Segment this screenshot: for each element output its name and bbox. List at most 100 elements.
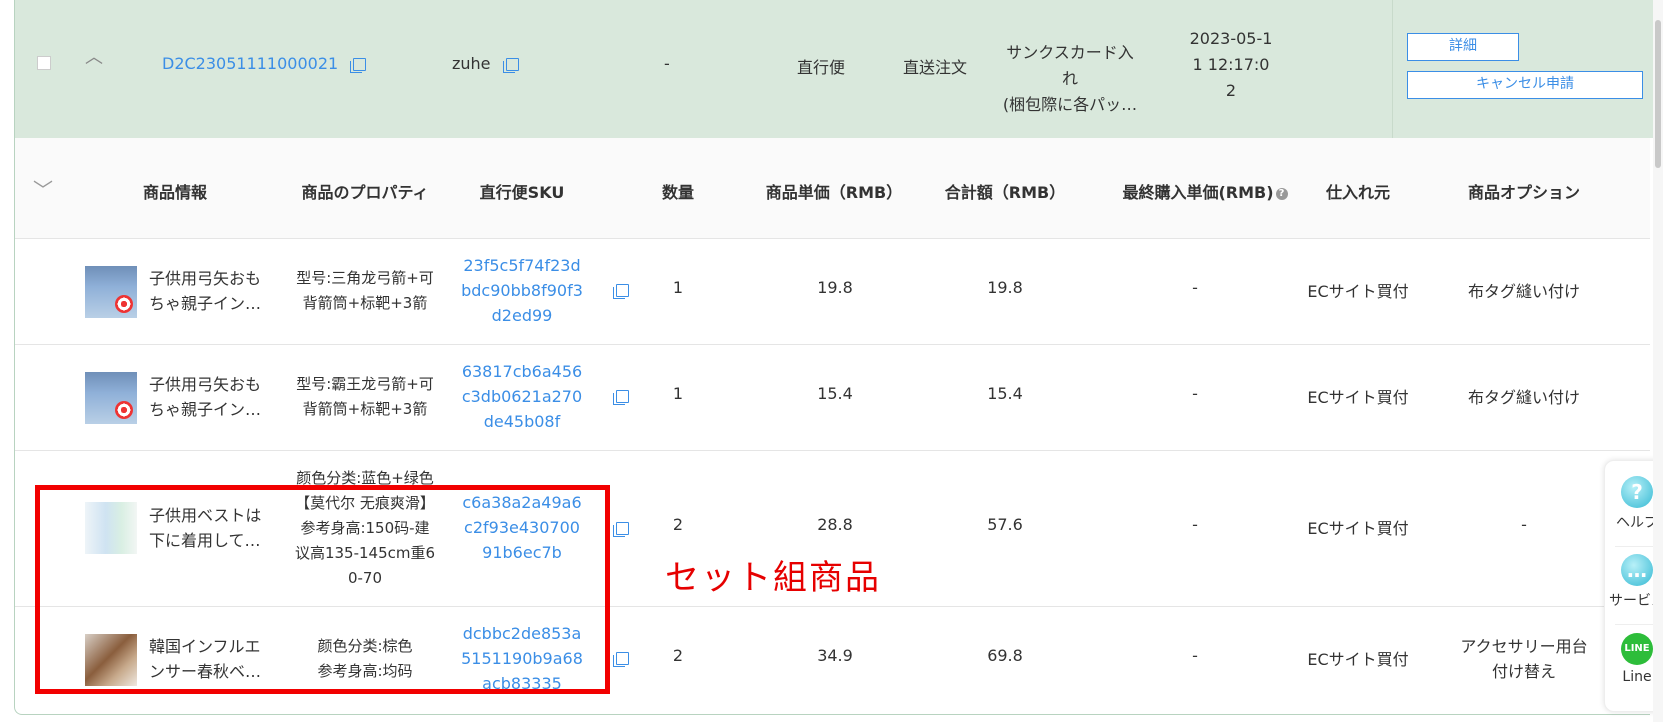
scrollbar-thumb[interactable] xyxy=(1655,20,1661,168)
table-row: 子供用弓矢おも ちゃ親子イン… 型号:霸王龙弓箭+可 背箭筒+标靶+3箭 638… xyxy=(15,344,1650,451)
product-name[interactable]: 子供用弓矢おも ちゃ親子イン… xyxy=(149,372,269,422)
set-product-highlight-box xyxy=(35,485,610,694)
sku-link[interactable]: 23f5c5f74f23d bdc90bb8f90f3 d2ed99 xyxy=(461,253,583,328)
unit-price: 15.4 xyxy=(817,384,853,403)
option-line: 布タグ縫い付け xyxy=(1467,282,1580,301)
supplier: ECサイト買付 xyxy=(1307,650,1409,669)
copy-icon[interactable] xyxy=(613,652,629,667)
option-line: 布タグ縫い付け xyxy=(1467,388,1580,407)
set-product-annotation-label: セット組商品 xyxy=(665,558,881,598)
header-quantity: 数量 xyxy=(661,183,694,202)
order-select-checkbox[interactable] xyxy=(37,56,51,70)
product-name-line: 子供用弓矢おも xyxy=(149,375,262,394)
shipping-method: 直行便 xyxy=(797,58,846,77)
table-row: 子供用弓矢おも ちゃ親子イン… 型号:三角龙弓箭+可 背箭筒+标靶+3箭 23f… xyxy=(15,238,1650,345)
order-page: ︿ D2C23051111000021 zuhe - 直行便 直送注文 サンクス… xyxy=(0,0,1663,722)
order-empty-field: - xyxy=(664,54,670,73)
header-product-info: 商品情報 xyxy=(142,183,207,202)
line-label: Line xyxy=(1622,669,1652,685)
total-amount: 57.6 xyxy=(987,515,1023,534)
copy-icon[interactable] xyxy=(613,522,629,537)
vertical-scrollbar[interactable] xyxy=(1653,0,1663,722)
chevron-down-icon[interactable]: ﹀ xyxy=(33,174,53,203)
question-icon[interactable]: ? xyxy=(1275,187,1288,200)
total-amount: 69.8 xyxy=(987,646,1023,665)
property-line: 背箭筒+标靶+3箭 xyxy=(302,400,428,418)
total-amount: 19.8 xyxy=(987,278,1023,297)
quantity: 2 xyxy=(672,515,684,534)
product-option: - xyxy=(1439,515,1609,534)
product-thumbnail[interactable] xyxy=(85,372,137,424)
option-line: 付け替え xyxy=(1491,662,1556,681)
supplier: ECサイト買付 xyxy=(1307,282,1409,301)
order-id[interactable]: D2C23051111000021 xyxy=(162,54,367,73)
detail-button[interactable]: 詳細 xyxy=(1407,33,1519,61)
order-type: 直送注文 xyxy=(903,58,968,77)
unit-price: 28.8 xyxy=(817,515,853,534)
sku-line: 63817cb6a456 xyxy=(461,362,583,381)
product-name-line: 子供用弓矢おも xyxy=(149,269,262,288)
last-purchase-price: - xyxy=(1192,278,1198,297)
copy-icon[interactable] xyxy=(613,390,629,405)
copy-icon[interactable] xyxy=(350,58,367,73)
sku-line: de45b08f xyxy=(483,412,561,431)
option-line: - xyxy=(1521,515,1527,534)
unit-price: 19.8 xyxy=(817,278,853,297)
sku-line: c3db0621a270 xyxy=(461,387,583,406)
property-line: 型号:三角龙弓箭+可 xyxy=(296,269,434,287)
sku-link[interactable]: 63817cb6a456 c3db0621a270 de45b08f xyxy=(461,359,583,434)
order-user: zuhe xyxy=(452,54,519,73)
header-unit-price: 商品単価（RMB） xyxy=(765,183,903,202)
quantity: 1 xyxy=(672,384,684,403)
order-date-line1: 2023-05-1 xyxy=(1189,29,1273,48)
header-options: 商品オプション xyxy=(1467,183,1580,202)
option-line: アクセサリー用台 xyxy=(1460,637,1588,656)
last-purchase-price: - xyxy=(1192,515,1198,534)
copy-icon[interactable] xyxy=(613,284,629,299)
order-user-text: zuhe xyxy=(452,54,491,73)
quantity: 2 xyxy=(672,646,684,665)
product-thumbnail[interactable] xyxy=(85,266,137,318)
last-purchase-price: - xyxy=(1192,384,1198,403)
header-total: 合計額（RMB） xyxy=(944,183,1066,202)
order-id-text[interactable]: D2C23051111000021 xyxy=(162,54,338,73)
thanks-card-option: サンクスカード入れ (梱包際に各パッ… xyxy=(1000,40,1140,118)
product-option: アクセサリー用台 付け替え xyxy=(1439,634,1609,684)
property-line: 背箭筒+标靶+3箭 xyxy=(302,294,428,312)
product-option: 布タグ縫い付け xyxy=(1439,278,1609,302)
header-last-price: 最終購入単価(RMB)? xyxy=(1115,179,1295,203)
supplier: ECサイト買付 xyxy=(1307,519,1409,538)
quantity: 1 xyxy=(672,278,684,297)
sku-line: bdc90bb8f90f3 xyxy=(461,281,583,300)
product-name-line: ちゃ親子イン… xyxy=(149,400,262,419)
header-sku: 直行便SKU xyxy=(479,183,565,202)
help-icon: ? xyxy=(1621,476,1653,508)
order-header-row: ︿ D2C23051111000021 zuhe - 直行便 直送注文 サンクス… xyxy=(14,0,1663,138)
last-purchase-price: - xyxy=(1192,646,1198,665)
product-properties: 型号:霸王龙弓箭+可 背箭筒+标靶+3箭 xyxy=(291,372,439,422)
thanks-card-line2: (梱包際に各パッ… xyxy=(1002,95,1138,114)
help-label: ヘルプ xyxy=(1616,515,1658,531)
sku-line: 23f5c5f74f23d xyxy=(463,256,581,275)
header-last-price-label: 最終購入単価(RMB) xyxy=(1122,183,1274,202)
thanks-card-line1: サンクスカード入れ xyxy=(1006,43,1134,88)
chat-icon: … xyxy=(1621,554,1653,586)
copy-icon[interactable] xyxy=(502,58,519,73)
header-supplier: 仕入れ元 xyxy=(1325,183,1390,202)
unit-price: 34.9 xyxy=(817,646,853,665)
order-date-line3: 2 xyxy=(1225,81,1237,100)
order-date: 2023-05-1 1 12:17:0 2 xyxy=(1175,26,1287,104)
order-actions-panel: 詳細 キャンセル申請 xyxy=(1392,0,1663,138)
total-amount: 15.4 xyxy=(987,384,1023,403)
header-properties: 商品のプロパティ xyxy=(301,183,429,202)
line-icon: LINE xyxy=(1621,633,1653,665)
supplier: ECサイト買付 xyxy=(1307,388,1409,407)
property-line: 型号:霸王龙弓箭+可 xyxy=(296,375,434,393)
cancel-request-button[interactable]: キャンセル申請 xyxy=(1407,71,1643,99)
order-date-line2: 1 12:17:0 xyxy=(1192,55,1270,74)
sku-line: d2ed99 xyxy=(491,306,553,325)
product-name[interactable]: 子供用弓矢おも ちゃ親子イン… xyxy=(149,266,269,316)
collapse-chevron-up-icon[interactable]: ︿ xyxy=(85,49,105,67)
table-header: ﹀ 商品情報 商品のプロパティ 直行便SKU 数量 商品単価（RMB） 合計額（… xyxy=(15,138,1650,239)
product-properties: 型号:三角龙弓箭+可 背箭筒+标靶+3箭 xyxy=(291,266,439,316)
